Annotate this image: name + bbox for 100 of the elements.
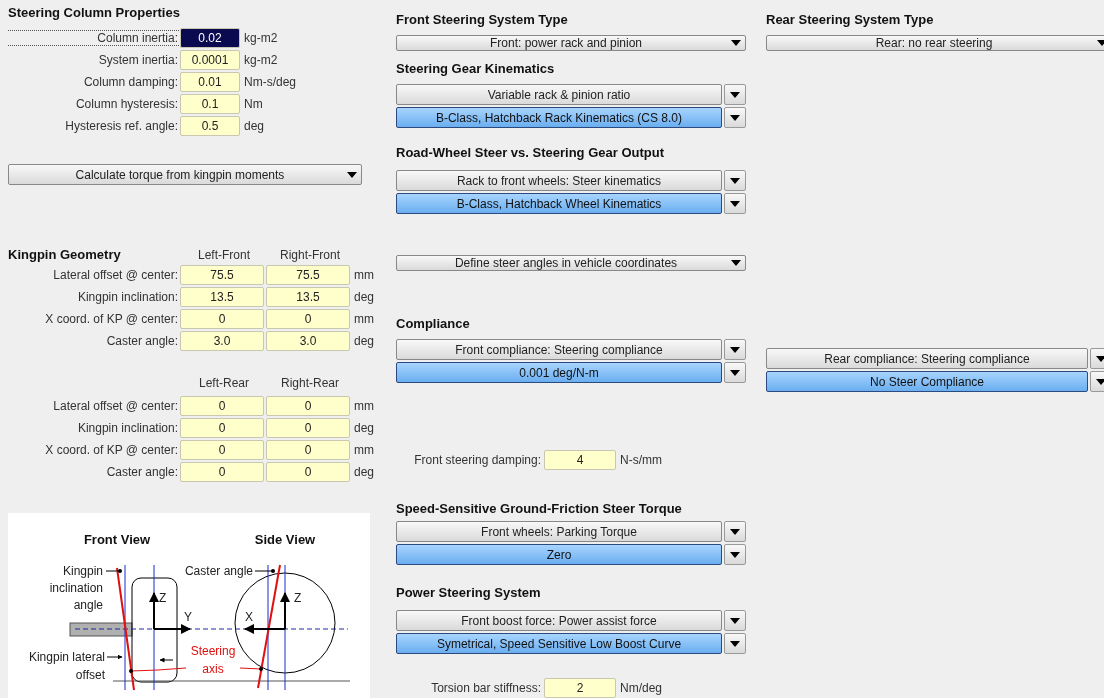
dropdown[interactable]: Front compliance: Steering compliance	[396, 339, 722, 360]
unit-label: deg	[353, 421, 375, 435]
section-title: Rear Steering System Type	[766, 11, 935, 29]
input-field[interactable]: 0	[180, 396, 264, 416]
dropdown[interactable]: Rear compliance: Steering compliance	[766, 348, 1088, 369]
dropdown-arrow-button[interactable]	[724, 84, 746, 105]
caret-icon	[730, 369, 740, 376]
input-field[interactable]: 0	[180, 418, 264, 438]
dropdown[interactable]: Rear: no rear steering	[766, 35, 1104, 51]
dropdown-arrow-button[interactable]	[724, 362, 746, 383]
dropdown-arrow-button[interactable]	[724, 170, 746, 191]
input-field[interactable]: 0.0001	[180, 50, 240, 70]
diagram-label: Kingpin lateral offset	[28, 650, 105, 682]
dropdown[interactable]: Calculate torque from kingpin moments	[8, 164, 362, 185]
dropdown[interactable]: Front wheels: Parking Torque	[396, 521, 722, 542]
input-field[interactable]: 13.5	[180, 287, 264, 307]
axis-label: Y	[184, 610, 192, 624]
unit-label: mm	[353, 268, 374, 282]
dropdown-arrow-button[interactable]	[724, 107, 746, 128]
unit-label: N-s/mm	[619, 452, 662, 467]
unit-label: deg	[353, 334, 375, 348]
column-header: Right-Front	[279, 248, 341, 262]
section-title: Steering Gear Kinematics	[396, 60, 556, 78]
field-label: Column inertia:	[8, 30, 179, 46]
caret-icon	[1096, 355, 1104, 362]
input-field[interactable]: 0	[180, 309, 264, 329]
input-field[interactable]: 0.5	[180, 116, 240, 136]
input-field[interactable]: 2	[544, 677, 616, 698]
section-title: Compliance	[396, 315, 471, 333]
field-label: Torsion bar stiffness:	[430, 680, 542, 695]
dropdown-arrow-button[interactable]	[724, 544, 746, 565]
dropdown[interactable]: Zero	[396, 544, 722, 565]
dropdown-arrow-button[interactable]	[724, 339, 746, 360]
dropdown-arrow-button[interactable]	[724, 193, 746, 214]
unit-label: deg	[353, 290, 375, 304]
dropdown-arrow-button[interactable]	[724, 610, 746, 631]
unit-label: kg-m2	[243, 31, 278, 45]
input-field[interactable]: 0.1	[180, 94, 240, 114]
field-label: Kingpin inclination:	[76, 289, 179, 305]
caret-icon	[1096, 378, 1104, 385]
field-label: System inertia:	[97, 52, 179, 68]
axis-label: Z	[294, 591, 302, 605]
input-field[interactable]: 13.5	[266, 287, 350, 307]
caret-icon	[730, 640, 740, 647]
unit-label: deg	[243, 119, 265, 133]
unit-label: mm	[353, 399, 374, 413]
diagram-label: Steering axis	[190, 644, 236, 676]
caret-icon	[1097, 40, 1104, 46]
field-label: X coord. of KP @ center:	[44, 442, 179, 458]
caret-icon	[731, 40, 741, 46]
dropdown-arrow-button[interactable]	[724, 633, 746, 654]
field-label: Caster angle:	[105, 464, 179, 480]
caret-icon	[730, 346, 740, 353]
input-field[interactable]: 4	[544, 449, 616, 470]
field-label: Caster angle:	[105, 333, 179, 349]
unit-label: mm	[353, 312, 374, 326]
section-title: Kingpin Geometry	[8, 246, 122, 264]
input-field[interactable]: 75.5	[266, 265, 350, 285]
dropdown[interactable]: Front boost force: Power assist force	[396, 610, 722, 631]
field-label: Kingpin inclination:	[76, 420, 179, 436]
input-field[interactable]: 3.0	[180, 331, 264, 351]
caret-icon	[730, 528, 740, 535]
input-field[interactable]: 0	[180, 440, 264, 460]
section-title: Speed-Sensitive Ground-Friction Steer Torque	[396, 500, 683, 518]
unit-label: Nm	[243, 97, 263, 111]
dropdown[interactable]: Front: power rack and pinion	[396, 35, 746, 51]
section-title: Road-Wheel Steer vs. Steering Gear Output	[396, 144, 665, 162]
unit-label: kg-m2	[243, 53, 278, 67]
dropdown[interactable]: No Steer Compliance	[766, 371, 1088, 392]
input-field[interactable]: 0	[266, 440, 350, 460]
field-label: Column hysteresis:	[74, 96, 179, 112]
caret-icon	[730, 177, 740, 184]
column-header: Left-Rear	[198, 376, 250, 390]
input-field[interactable]: 0.02	[180, 28, 240, 48]
input-field[interactable]: 3.0	[266, 331, 350, 351]
unit-label: deg	[353, 465, 375, 479]
field-label: Hysteresis ref. angle:	[64, 118, 179, 134]
input-field[interactable]: 0	[266, 462, 350, 482]
dropdown-arrow-button[interactable]	[724, 521, 746, 542]
input-field[interactable]: 0	[266, 418, 350, 438]
caret-icon	[730, 91, 740, 98]
input-field[interactable]: 75.5	[180, 265, 264, 285]
dropdown[interactable]: Variable rack & pinion ratio	[396, 84, 722, 105]
dropdown[interactable]: 0.001 deg/N-m	[396, 362, 722, 383]
section-title: Power Steering System	[396, 584, 542, 602]
column-header: Left-Front	[197, 248, 251, 262]
input-field[interactable]: 0.01	[180, 72, 240, 92]
axis-label: Z	[159, 591, 167, 605]
dropdown[interactable]: B-Class, Hatchback Rack Kinematics (CS 8.0)	[396, 107, 722, 128]
input-field[interactable]: 0	[180, 462, 264, 482]
input-field[interactable]: 0	[266, 309, 350, 329]
field-label: Lateral offset @ center:	[52, 267, 179, 283]
dropdown[interactable]: Symetrical, Speed Sensitive Low Boost Curve	[396, 633, 722, 654]
dropdown[interactable]: Rack to front wheels: Steer kinematics	[396, 170, 722, 191]
caret-icon	[730, 114, 740, 121]
dropdown[interactable]: B-Class, Hatchback Wheel Kinematics	[396, 193, 722, 214]
input-field[interactable]: 0	[266, 396, 350, 416]
view-title: Side View	[254, 532, 316, 547]
axis-label: X	[245, 610, 253, 624]
dropdown[interactable]: Define steer angles in vehicle coordinates	[396, 255, 746, 271]
